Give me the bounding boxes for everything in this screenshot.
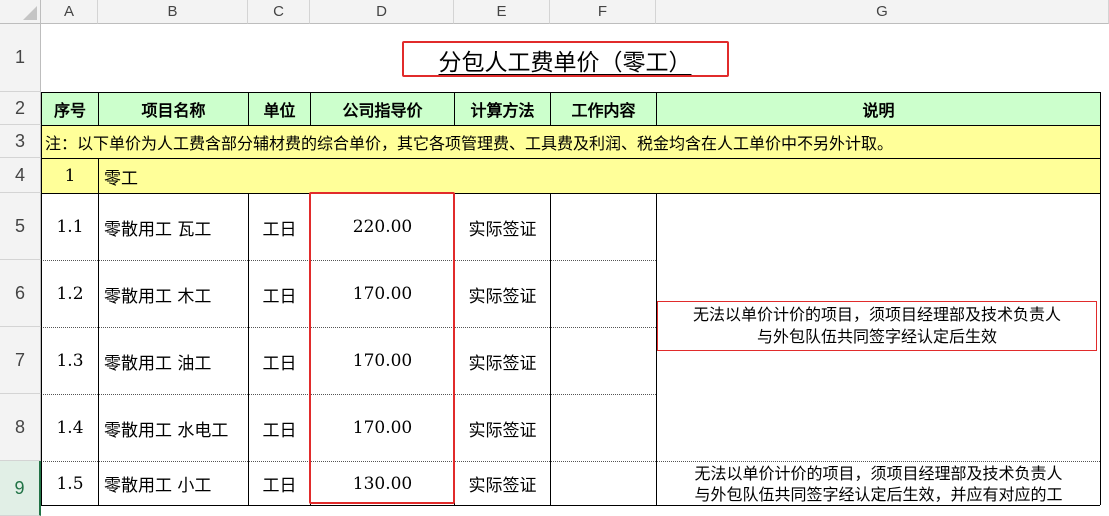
description-line: 无法以单价计价的项目，须项目经理部及技术负责人	[692, 305, 1061, 324]
row-header-9[interactable]: 9	[0, 461, 41, 516]
row-header-8[interactable]: 8	[0, 394, 41, 461]
item-method[interactable]: 实际签证	[455, 194, 550, 260]
description-line: 无法以单价计价的项目，须项目经理部及技术负责人	[694, 463, 1063, 483]
column-header-f[interactable]: F	[550, 0, 656, 24]
row-header-5[interactable]: 5	[0, 193, 41, 260]
select-all-corner[interactable]	[0, 0, 41, 24]
item-seq[interactable]: 1.3	[42, 328, 98, 394]
grid-line	[41, 505, 1100, 506]
row-header-1[interactable]: 1	[0, 24, 41, 92]
item-name[interactable]: 零散用工 瓦工	[99, 194, 248, 260]
row-header-4[interactable]: 4	[0, 158, 41, 193]
section-seq[interactable]: 1	[42, 159, 98, 193]
column-header-a[interactable]: A	[41, 0, 98, 24]
item-unit[interactable]: 工日	[249, 395, 310, 461]
column-header-e[interactable]: E	[454, 0, 550, 24]
item-name[interactable]: 零散用工 木工	[99, 261, 248, 327]
description-line: 与外包队伍共同签字经认定后生效，并应有对应的工	[694, 484, 1063, 504]
item-name[interactable]: 零散用工 油工	[99, 328, 248, 394]
item-method[interactable]: 实际签证	[455, 328, 550, 394]
column-header-b[interactable]: B	[98, 0, 248, 24]
header-desc[interactable]: 说明	[657, 93, 1100, 125]
column-header-c[interactable]: C	[248, 0, 310, 24]
description-merged-cell[interactable]: 无法以单价计价的项目，须项目经理部及技术负责人 与外包队伍共同签字经认定后生效	[657, 301, 1097, 351]
item-unit[interactable]: 工日	[249, 328, 310, 394]
item-seq[interactable]: 1.2	[42, 261, 98, 327]
item-unit[interactable]: 工日	[249, 261, 310, 327]
item-name[interactable]: 零散用工 小工	[99, 462, 248, 505]
item-name[interactable]: 零散用工 水电工	[99, 395, 248, 461]
item-method[interactable]: 实际签证	[455, 395, 550, 461]
select-all-triangle-icon	[23, 6, 37, 20]
item-method[interactable]: 实际签证	[455, 462, 550, 505]
item-seq[interactable]: 1.4	[42, 395, 98, 461]
header-unit[interactable]: 单位	[249, 93, 310, 125]
column-header-g[interactable]: G	[656, 0, 1109, 24]
column-header-d[interactable]: D	[310, 0, 454, 24]
header-content[interactable]: 工作内容	[551, 93, 656, 125]
header-method[interactable]: 计算方法	[455, 93, 550, 125]
grid-line	[1100, 92, 1101, 505]
row-header-6[interactable]: 6	[0, 260, 41, 327]
header-seq[interactable]: 序号	[42, 93, 98, 125]
title-highlight-box	[402, 41, 729, 77]
header-price[interactable]: 公司指导价	[311, 93, 454, 125]
item-seq[interactable]: 1.5	[42, 462, 98, 505]
item-unit[interactable]: 工日	[249, 462, 310, 505]
header-name[interactable]: 项目名称	[99, 93, 248, 125]
description-line: 与外包队伍共同签字经认定后生效	[756, 327, 997, 346]
grid-line	[550, 193, 551, 505]
row-header-3[interactable]: 3	[0, 125, 41, 158]
note-cell[interactable]: 注：以下单价为人工费含部分辅材费的综合单价，其它各项管理费、工具费及利润、税金均…	[42, 126, 1100, 158]
description-cell[interactable]: 无法以单价计价的项目，须项目经理部及技术负责人 与外包队伍共同签字经认定后生效，…	[657, 462, 1100, 505]
item-method[interactable]: 实际签证	[455, 261, 550, 327]
section-name[interactable]: 零工	[99, 159, 299, 193]
item-unit[interactable]: 工日	[249, 194, 310, 260]
price-highlight-box	[309, 192, 455, 504]
row-header-2[interactable]: 2	[0, 92, 41, 125]
item-seq[interactable]: 1.1	[42, 194, 98, 260]
row-header-7[interactable]: 7	[0, 327, 41, 394]
